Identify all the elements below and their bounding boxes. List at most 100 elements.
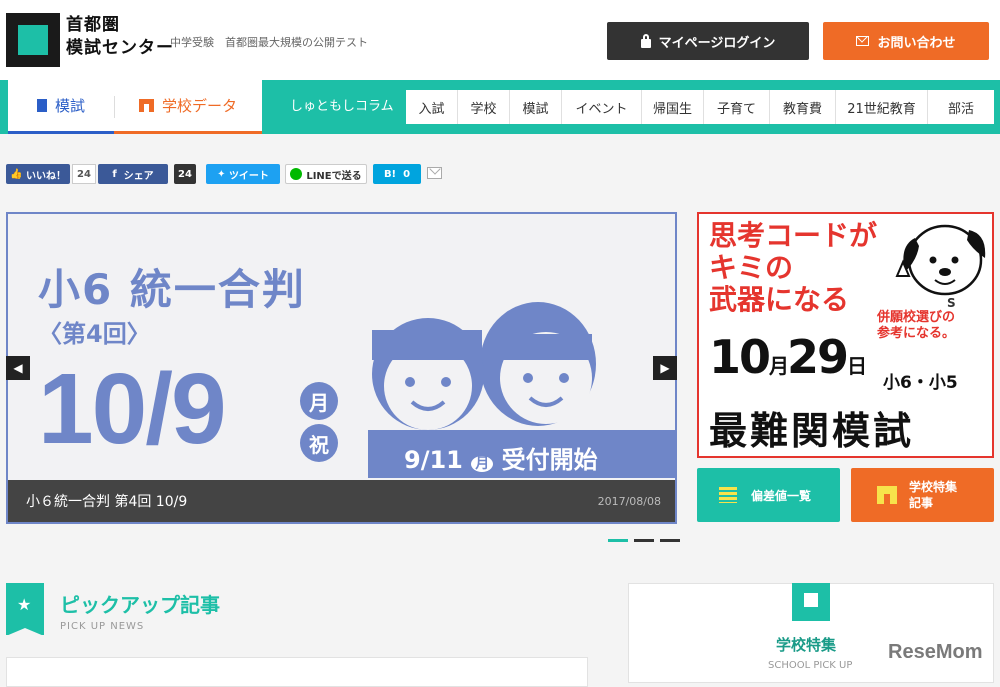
resemom-watermark-logo: ReseMom: [888, 641, 983, 663]
fb-share-count: 24: [174, 164, 196, 184]
column-link[interactable]: しゅともしコラム: [290, 80, 394, 134]
accept-label: 受付開始: [501, 446, 598, 474]
ad-sub-1: 併願校選びの: [877, 310, 956, 325]
slide-subtitle: 〈第4回〉: [38, 320, 151, 348]
category-item[interactable]: 部活: [928, 90, 994, 124]
slide-caption-bar[interactable]: 小６統一合判 第4回 10/9 2017/08/08: [8, 480, 675, 522]
dog-mascot-illustration: [895, 224, 986, 296]
pickup-subtitle: PICK UP NEWS: [60, 621, 145, 632]
accept-date: 9/11: [404, 446, 463, 474]
mypage-login-button[interactable]: マイページログイン: [607, 22, 809, 60]
hatena-icon: B!: [383, 168, 397, 180]
facebook-like-button[interactable]: 👍 いいね！ 24: [6, 164, 96, 184]
tab-divider: [114, 96, 115, 118]
school-feature-line-1: 学校特集: [909, 480, 958, 494]
tweet-button[interactable]: ✦ ツイート: [206, 164, 280, 184]
pickup-panel: [6, 657, 588, 687]
site-header: 首都圏 模試センター 中学受験 首都圏最大規模の公開テスト マイページログイン …: [0, 0, 1000, 80]
list-icon: [719, 487, 737, 503]
tab-school-data[interactable]: 学校データ: [114, 80, 262, 134]
slide-caption-date: 2017/08/08: [597, 494, 661, 508]
ad-subcopy: 併願校選びの 参考になる。: [877, 310, 955, 342]
category-item[interactable]: イベント: [562, 90, 642, 124]
site-tagline: 中学受験 首都圏最大規模の公開テスト: [170, 36, 368, 49]
slide-month-badge: 月: [300, 382, 338, 420]
deviation-list-button[interactable]: 偏差値一覧: [697, 468, 840, 522]
contact-button[interactable]: お問い合わせ: [823, 22, 989, 60]
slider-dot-active[interactable]: [608, 539, 628, 542]
ad-line-3: 武器になる: [709, 283, 850, 316]
line-label: LINEで送る: [306, 170, 362, 182]
category-item[interactable]: 子育て: [704, 90, 770, 124]
category-item[interactable]: 帰国生: [642, 90, 704, 124]
slide-title: 小6 統一合判: [38, 265, 306, 314]
logo-line-2: 模試センター: [66, 38, 174, 58]
ad-main-title: 最難関模試: [709, 409, 915, 453]
ad-date-day-unit: 日: [847, 354, 867, 378]
deviation-label: 偏差値一覧: [751, 488, 812, 503]
category-item[interactable]: 21世紀教育: [836, 90, 928, 124]
site-logo[interactable]: 首都圏 模試センター: [66, 14, 174, 60]
hatena-count: 0: [403, 168, 411, 180]
line-icon: [290, 168, 303, 180]
category-item[interactable]: 教育費: [770, 90, 836, 124]
ad-date-month-unit: 月: [769, 354, 789, 378]
logo-line-1: 首都圏: [66, 15, 120, 35]
slide-holiday-badge: 祝: [300, 424, 338, 462]
ad-line-2: キミの: [709, 251, 794, 284]
pickup-badge: ★: [6, 583, 44, 636]
category-item[interactable]: 入試: [406, 90, 458, 124]
school-feature-label: 学校特集 記事: [909, 479, 957, 511]
line-send-button[interactable]: LINEで送る: [285, 164, 367, 184]
slide-date: 10/9: [38, 353, 227, 465]
facebook-share-button[interactable]: f シェア 24: [98, 164, 196, 184]
login-label: マイページログイン: [658, 35, 776, 51]
hatena-bookmark-button[interactable]: B! 0: [373, 164, 421, 184]
category-item[interactable]: 模試: [510, 90, 562, 124]
slider-next-button[interactable]: ▶: [653, 356, 677, 380]
school-feature-button[interactable]: 学校特集 記事: [851, 468, 994, 522]
category-item[interactable]: 学校: [458, 90, 510, 124]
slider-pagination: [608, 539, 680, 542]
tab-moshi[interactable]: 模試: [8, 80, 114, 134]
fb-share-label: シェア: [123, 170, 154, 182]
slider-dot[interactable]: [634, 539, 654, 542]
tweet-label: ツイート: [228, 170, 269, 182]
school-pickup-title: 学校特集: [776, 636, 837, 654]
ad-date-day: 29: [787, 330, 849, 384]
building-icon: [138, 99, 154, 112]
school-building-icon: [792, 583, 830, 621]
ad-date-month: 10: [709, 330, 771, 384]
slider-prev-button[interactable]: ◀: [6, 356, 30, 380]
tab-moshi-label: 模試: [54, 97, 85, 115]
logo-mark[interactable]: [6, 13, 60, 67]
ad-headline: 思考コードが キミの 武器になる: [709, 220, 877, 316]
lock-icon: [640, 33, 651, 48]
ad-sub-2: 参考になる。: [877, 326, 956, 341]
tab-school-data-label: 学校データ: [161, 97, 237, 115]
facebook-icon: f: [112, 168, 124, 180]
ad-line-1: 思考コードが: [709, 219, 878, 252]
ad-date: 10月29日: [709, 330, 867, 384]
school-pickup-subtitle: SCHOOL PICK UP: [768, 660, 853, 671]
category-bar: 入試 学校 模試 イベント 帰国生 子育て 教育費 21世紀教育 部活: [406, 90, 994, 124]
pickup-title: ピックアップ記事: [60, 593, 220, 617]
exam-ad-banner[interactable]: 思考コードが キミの 武器になる S 併願校選びの 参考になる。 10月29日 …: [697, 212, 994, 458]
email-share-icon[interactable]: [427, 167, 442, 179]
mascot-s-badge: S: [947, 296, 956, 310]
document-icon: [36, 99, 47, 112]
thumbs-up-icon: 👍: [10, 168, 26, 180]
school-feature-line-2: 記事: [909, 496, 934, 510]
school-icon: [877, 486, 897, 504]
slide-caption: 小６統一合判 第4回 10/9: [26, 494, 188, 510]
mail-icon: [856, 36, 870, 46]
slide-accept-text: 9/11 月 受付開始: [404, 440, 598, 475]
star-icon: ★: [17, 595, 32, 614]
hero-slider[interactable]: 小6 統一合判 〈第4回〉 10/9 月 祝 9/11 月 受付開始 小６統一合…: [6, 212, 677, 524]
contact-label: お問い合わせ: [877, 35, 956, 51]
ad-grades: 小6・小5: [883, 373, 958, 393]
slider-dot[interactable]: [660, 539, 680, 542]
accept-day: 月: [471, 456, 494, 472]
twitter-bird-icon: ✦: [217, 168, 229, 180]
like-count: 24: [72, 164, 96, 184]
